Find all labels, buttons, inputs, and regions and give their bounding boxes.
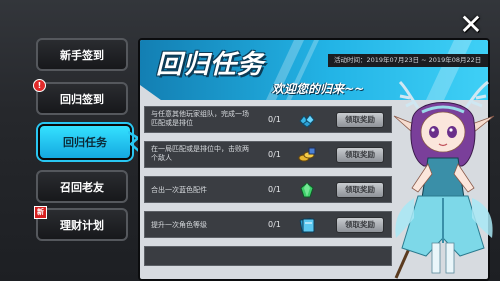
gem-pile-icon (297, 111, 317, 129)
task-description: 与任意其他玩家组队，完成一场匹配或是排位 (151, 110, 249, 127)
claim-reward-button[interactable]: 领取奖励 (336, 147, 384, 163)
task-progress: 0/1 (268, 115, 281, 124)
sidebar: 新手签到 ! 回归签到 回归任务 召回老友 新 理财计划 (33, 38, 132, 268)
page-subtitle: 欢迎您的归来~~ (272, 82, 365, 96)
claim-reward-button[interactable]: 领取奖励 (336, 112, 384, 128)
task-row (144, 246, 392, 266)
task-row: 与任意其他玩家组队，完成一场匹配或是排位 0/1 领取奖励 (144, 106, 392, 133)
event-date-range: 活动时间：2019年07月23日 ~ 2019年08月22日 (328, 54, 488, 67)
sidebar-item-label: 回归任务 (63, 136, 107, 149)
sidebar-item-return-signin[interactable]: ! 回归签到 (33, 79, 128, 115)
sidebar-item-label: 新手签到 (60, 48, 104, 62)
task-description: 提升一次角色等级 (151, 221, 207, 229)
task-progress: 0/1 (268, 185, 281, 194)
task-description: 在一局匹配或是排位中，击败两个敌人 (151, 145, 249, 162)
task-row: 提升一次角色等级 0/1 领取奖励 (144, 211, 392, 238)
claim-reward-button[interactable]: 领取奖励 (336, 182, 384, 198)
sidebar-item-label: 召回老友 (60, 180, 104, 194)
task-row: 合出一次蓝色配件 0/1 领取奖励 (144, 176, 392, 203)
sidebar-item-label: 回归签到 (60, 92, 104, 106)
task-description: 合出一次蓝色配件 (151, 186, 207, 194)
card-pack-icon (297, 216, 317, 234)
close-icon[interactable]: ✕ (458, 11, 484, 39)
sidebar-item-finance-plan[interactable]: 新 理财计划 (34, 206, 128, 241)
green-crystal-icon (297, 181, 317, 199)
elf-character-illustration (393, 80, 495, 279)
page-title: 回归任务 (156, 50, 265, 80)
sidebar-item-return-tasks[interactable]: 回归任务 (38, 124, 132, 160)
task-progress: 0/1 (268, 220, 281, 229)
alert-badge: ! (33, 79, 46, 92)
gold-coins-icon (297, 146, 317, 164)
new-badge: 新 (34, 206, 47, 219)
task-progress: 0/1 (268, 150, 281, 159)
claim-reward-button[interactable]: 领取奖励 (336, 217, 384, 233)
sidebar-item-recall-friends[interactable]: 召回老友 (36, 170, 128, 203)
sidebar-item-newbie-signin[interactable]: 新手签到 (36, 38, 128, 71)
task-row: 在一局匹配或是排位中，击败两个敌人 0/1 领取奖励 (144, 141, 392, 168)
sidebar-item-label: 理财计划 (60, 218, 104, 232)
